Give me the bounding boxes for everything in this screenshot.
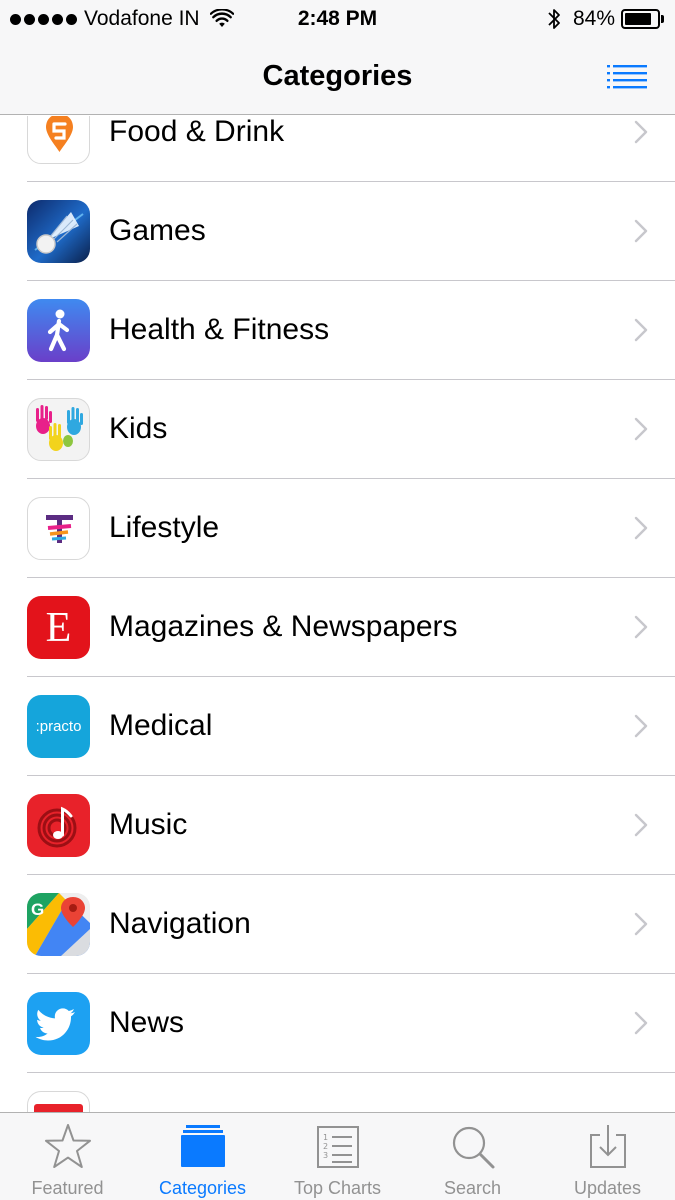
- category-row-navigation[interactable]: G Navigation: [0, 875, 675, 974]
- category-row-medical[interactable]: :practo Medical: [0, 677, 675, 776]
- category-label: Magazines & Newspapers: [109, 610, 458, 643]
- battery-level-fill: [625, 13, 652, 25]
- category-label: Navigation: [109, 907, 251, 940]
- category-label: Medical: [109, 709, 213, 742]
- chevron-right-icon: [634, 714, 648, 738]
- walking-person-app-icon: [27, 299, 90, 362]
- music-note-app-icon: [27, 794, 90, 857]
- chevron-right-icon: [634, 318, 648, 342]
- category-row-food-drink[interactable]: Food & Drink: [0, 116, 675, 182]
- tab-categories[interactable]: Categories: [135, 1113, 270, 1200]
- chevron-right-icon: [634, 813, 648, 837]
- letter-e-app-icon: E: [27, 596, 90, 659]
- category-label: Music: [109, 808, 188, 841]
- chevron-right-icon: [634, 912, 648, 936]
- chevron-right-icon: [634, 219, 648, 243]
- app-icon-text: E: [45, 604, 72, 651]
- tab-label: Search: [443, 1178, 502, 1198]
- svg-text:2: 2: [323, 1142, 328, 1151]
- chevron-right-icon: [634, 615, 648, 639]
- category-row-lifestyle[interactable]: Lifestyle: [0, 479, 675, 578]
- tab-label: Top Charts: [293, 1178, 382, 1198]
- category-row-magazines-newspapers[interactable]: E Magazines & Newspapers: [0, 578, 675, 677]
- category-label: News: [109, 1006, 185, 1039]
- twitter-bird-app-icon: [27, 992, 90, 1055]
- svg-text:1: 1: [323, 1133, 328, 1142]
- category-row-health-fitness[interactable]: Health & Fitness: [0, 281, 675, 380]
- wifi-icon: [209, 9, 234, 27]
- tab-search[interactable]: Search: [405, 1113, 540, 1200]
- svg-text:3: 3: [323, 1151, 328, 1160]
- lifestyle-logo-app-icon: [27, 497, 90, 560]
- swiggy-app-icon: [27, 116, 90, 164]
- category-label: Health & Fitness: [109, 313, 330, 346]
- magnifier-icon: [452, 1126, 494, 1169]
- tab-top-charts[interactable]: 1 2 3 Top Charts: [270, 1113, 405, 1200]
- chevron-right-icon: [634, 120, 648, 144]
- page-title: Categories: [262, 60, 413, 92]
- download-tray-icon: [589, 1125, 626, 1168]
- status-right: 84%: [547, 7, 665, 31]
- category-row-music[interactable]: Music: [0, 776, 675, 875]
- google-maps-app-icon: G: [27, 893, 90, 956]
- tab-featured[interactable]: Featured: [0, 1113, 135, 1200]
- category-row-games[interactable]: Games: [0, 182, 675, 281]
- bluetooth-icon: [548, 9, 560, 29]
- app-icon-text: :practo: [35, 717, 82, 735]
- battery-icon: [621, 9, 665, 29]
- list-icon[interactable]: [607, 64, 647, 90]
- chevron-right-icon: [634, 417, 648, 441]
- badminton-game-app-icon: [27, 200, 90, 263]
- tab-label: Featured: [31, 1178, 104, 1198]
- stacked-cards-icon: [180, 1125, 225, 1167]
- category-row-news[interactable]: News: [0, 974, 675, 1073]
- category-label: Food & Drink: [109, 116, 285, 148]
- chevron-right-icon: [634, 516, 648, 540]
- svg-text:G: G: [31, 900, 44, 919]
- status-bar: Vodafone IN 2:48 PM 84%: [0, 0, 675, 38]
- chevron-right-icon: [634, 1011, 648, 1035]
- category-label: Kids: [109, 412, 168, 445]
- carrier-name: Vodafone IN: [84, 7, 200, 30]
- painted-hands-app-icon: [27, 398, 90, 461]
- navigation-bar: Categories: [0, 38, 675, 115]
- battery-percentage: 84%: [572, 7, 615, 30]
- tab-updates[interactable]: Updates: [540, 1113, 675, 1200]
- category-label: Games: [109, 214, 206, 247]
- category-list[interactable]: Food & Drink Games Health & Fitness Kids…: [0, 116, 675, 1112]
- tab-bar: Featured Categories 1 2 3 Top Charts Sea…: [0, 1112, 675, 1200]
- practo-app-icon: :practo: [27, 695, 90, 758]
- partial-app-icon: [27, 1091, 90, 1112]
- category-row-kids[interactable]: Kids: [0, 380, 675, 479]
- category-label: Lifestyle: [109, 511, 220, 544]
- status-left: Vodafone IN: [10, 7, 234, 31]
- signal-strength-icon: [10, 13, 77, 25]
- tab-label: Categories: [158, 1178, 247, 1198]
- category-row-partial[interactable]: [0, 1073, 675, 1112]
- star-icon: [44, 1124, 91, 1168]
- tab-label: Updates: [573, 1178, 642, 1198]
- ranked-list-icon: 1 2 3: [316, 1126, 359, 1168]
